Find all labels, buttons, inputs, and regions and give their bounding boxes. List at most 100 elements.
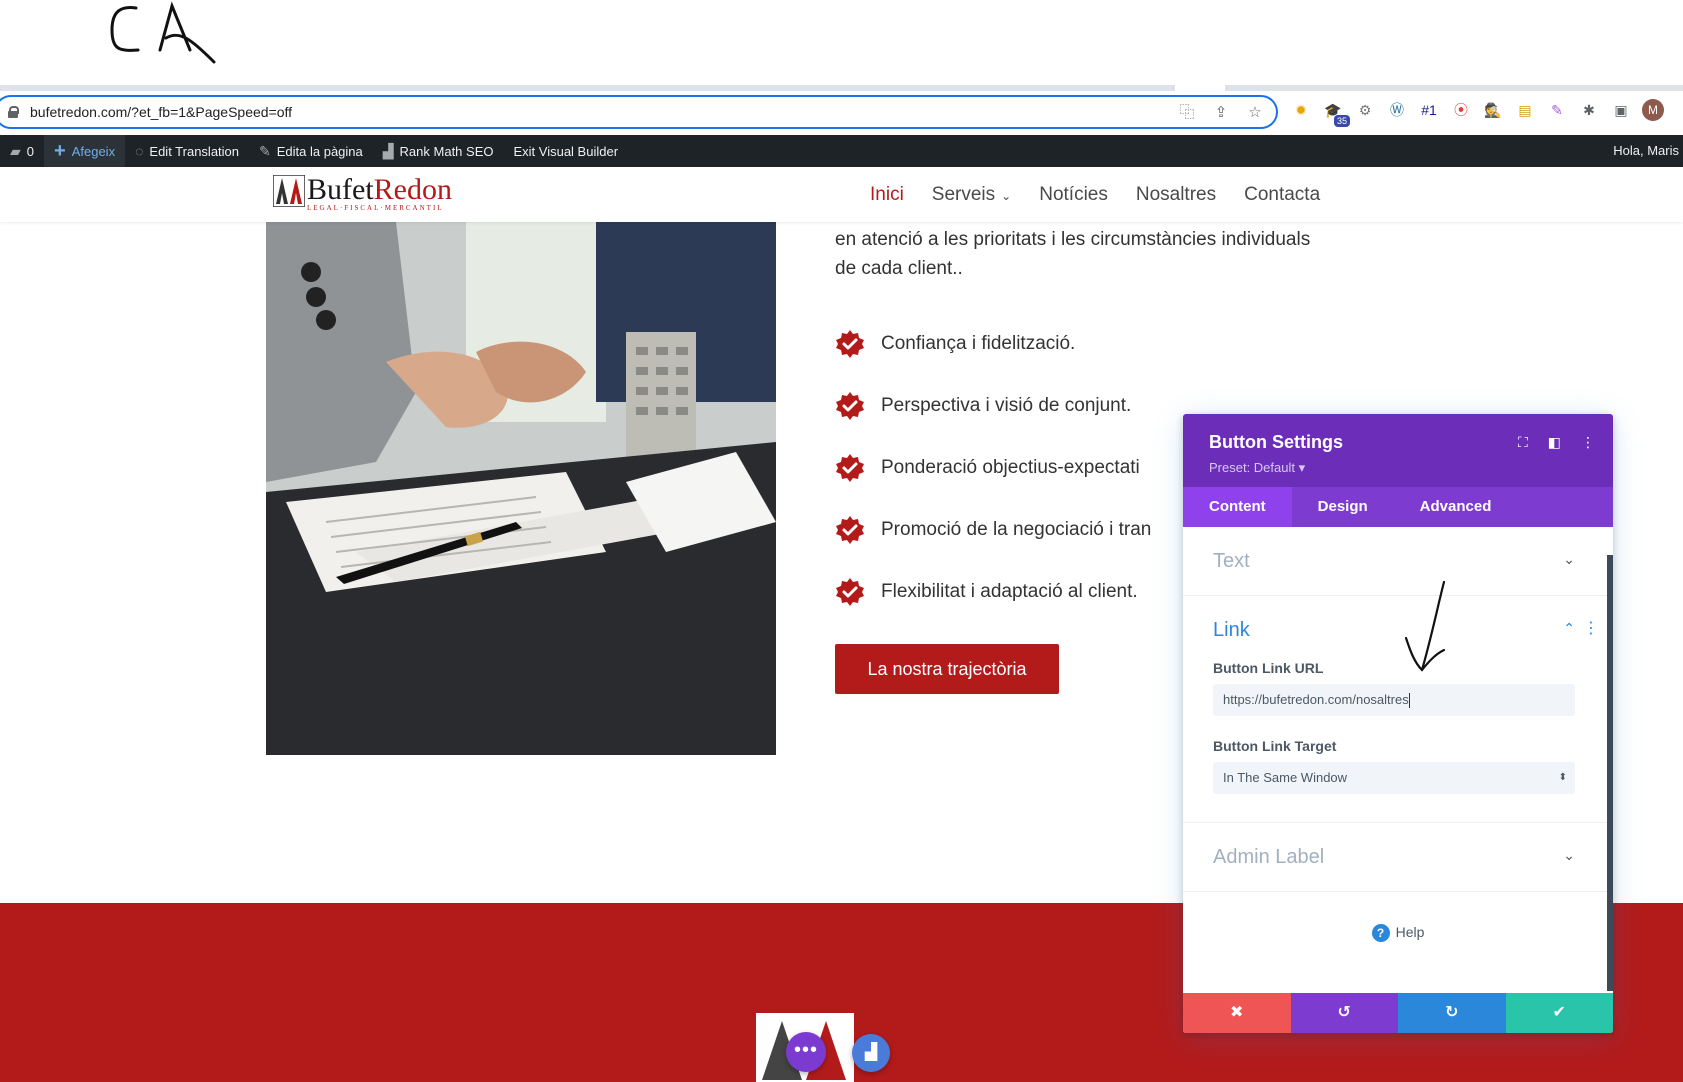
badge-check-icon [836, 392, 864, 420]
cta-button[interactable]: La nostra trajectòria [835, 644, 1059, 694]
nav-item-contacta[interactable]: Contacta [1244, 184, 1320, 206]
discard-button[interactable]: ✖ [1183, 993, 1291, 1033]
nav-item-noticies[interactable]: Notícies [1039, 184, 1108, 206]
help-link[interactable]: ? Help [1183, 924, 1613, 942]
handshake-photo-illustration [266, 222, 776, 755]
chevron-down-icon[interactable]: ⌄ [1563, 551, 1575, 568]
tab-design[interactable]: Design [1292, 487, 1394, 527]
folder-icon[interactable]: ▤ [1514, 99, 1536, 121]
badge-check-icon [836, 454, 864, 482]
gear-badge-icon[interactable]: ⚙ [1354, 99, 1376, 121]
chevron-up-icon[interactable]: ⌃ [1563, 620, 1575, 637]
sidepanel-icon[interactable]: ▣ [1610, 99, 1632, 121]
select-arrows-icon: ⬍ [1558, 772, 1567, 783]
stats-icon: ▟ [864, 1044, 878, 1061]
save-button[interactable]: ✔ [1505, 993, 1613, 1033]
edit-page-item[interactable]: ✎ Edita la pàgina [249, 135, 373, 167]
pencil-icon: ✎ [259, 142, 271, 159]
redo-icon: ↻ [1445, 1004, 1459, 1021]
dots-icon: ••• [793, 1039, 818, 1061]
logo-tagline: LEGAL·FISCAL·MERCANTIL [307, 204, 444, 212]
wordpress-icon[interactable]: Ⓦ [1386, 99, 1408, 121]
close-icon: ✖ [1230, 1004, 1244, 1021]
nav-item-nosaltres[interactable]: Nosaltres [1136, 184, 1216, 206]
tab-content[interactable]: Content [1183, 487, 1292, 527]
rank-one-icon[interactable]: #1 [1418, 99, 1440, 121]
section-link-title[interactable]: Link [1183, 596, 1613, 664]
kebab-menu-icon[interactable]: ⋮ [1581, 434, 1595, 451]
nav-item-serveis[interactable]: Serveis ⌄ [932, 184, 1011, 206]
spy-icon[interactable]: 🕵 [1482, 99, 1504, 121]
section-admin-label[interactable]: Admin Label ⌄ [1183, 823, 1613, 892]
more-options-fab[interactable]: ••• [786, 1032, 826, 1072]
address-row: bufetredon.com/?et_fb=1&PageSpeed=off ⿻ … [0, 91, 1683, 133]
badge-check-icon [836, 330, 864, 358]
add-new-item[interactable]: + Afegeix [44, 135, 126, 167]
section-link: Link ⌃ ⋮ Button Link URL https://bufetre… [1183, 596, 1613, 823]
comments-item[interactable]: ▰ 0 [0, 135, 44, 167]
graduation-cap-icon[interactable]: 🎓 35 [1322, 99, 1350, 127]
preset-selector[interactable]: Preset: Default ▾ [1209, 460, 1305, 476]
handwritten-arrow-annotation [1404, 580, 1446, 672]
user-greeting[interactable]: Hola, Maris [1613, 135, 1683, 167]
section-admin-label-title: Admin Label [1213, 845, 1325, 868]
add-new-label: Afegeix [71, 143, 116, 159]
feather-icon[interactable]: ✎ [1546, 99, 1568, 121]
comment-bubble-icon: ▰ [10, 142, 21, 159]
tab-advanced[interactable]: Advanced [1394, 487, 1518, 527]
plus-icon: + [54, 139, 66, 162]
button-link-target-value: In The Same Window [1223, 770, 1348, 785]
wp-admin-bar: ▰ 0 + Afegeix ◌ Edit Translation ✎ Edita… [0, 135, 1683, 167]
location-pin-icon[interactable]: ⦿ [1450, 99, 1472, 121]
button-link-target-select[interactable]: In The Same Window ⬍ [1213, 762, 1575, 794]
logo-brand-part-2: Redon [373, 173, 452, 206]
feature-item: Confiança i fidelització. [835, 313, 1335, 375]
omnibox[interactable]: bufetredon.com/?et_fb=1&PageSpeed=off ⿻ … [0, 95, 1278, 129]
section-text[interactable]: Text ⌄ [1183, 527, 1613, 596]
redo-button[interactable]: ↻ [1398, 993, 1506, 1033]
feature-text: Confiança i fidelització. [881, 333, 1076, 354]
rank-math-icon: ▟ [382, 142, 394, 159]
help-icon: ? [1371, 924, 1390, 942]
button-link-url-value: https://bufetredon.com/nosaltres [1223, 692, 1409, 707]
modal-header: Button Settings Preset: Default ▾ ⛶ ◧ ⋮ [1183, 414, 1613, 487]
button-link-target-label: Button Link Target [1213, 738, 1337, 754]
modal-scrollbar[interactable] [1607, 555, 1613, 991]
extensions-toolbar: ✹ 🎓 35 ⚙ Ⓦ #1 ⦿ 🕵 ▤ ✎ ✱ ▣ M [1290, 99, 1664, 127]
help-label: Help [1395, 924, 1425, 940]
share-icon[interactable]: ⇪ [1212, 104, 1230, 122]
lock-icon[interactable] [8, 106, 19, 118]
exit-visual-builder-item[interactable]: Exit Visual Builder [503, 135, 628, 167]
page-stats-fab[interactable]: ▟ [852, 1034, 890, 1072]
button-link-url-input[interactable]: https://bufetredon.com/nosaltres [1213, 684, 1575, 716]
handshake-photo [266, 222, 776, 755]
logo-brand-part-1: Bufet [307, 173, 374, 206]
modal-footer: ✖ ↺ ↻ ✔ [1183, 993, 1613, 1033]
undo-icon: ↺ [1337, 1004, 1351, 1021]
puzzle-colorful-icon[interactable]: ✹ [1290, 99, 1312, 121]
undo-button[interactable]: ↺ [1290, 993, 1398, 1033]
extension-badge-count: 35 [1333, 115, 1350, 127]
nav-item-inici[interactable]: Inici [870, 184, 904, 206]
main-nav: Inici Serveis ⌄ Notícies Nosaltres Contac… [870, 167, 1320, 222]
feature-text: Promoció de la negociació i tran [881, 519, 1152, 540]
site-logo[interactable]: BufetRedon LEGAL·FISCAL·MERCANTIL [273, 175, 452, 212]
bookmark-star-icon[interactable]: ☆ [1246, 104, 1264, 122]
profile-avatar[interactable]: M [1642, 99, 1664, 121]
translation-icon: ◌ [135, 143, 144, 159]
url-text[interactable]: bufetredon.com/?et_fb=1&PageSpeed=off [30, 104, 292, 120]
chevron-down-icon[interactable]: ⌄ [1563, 847, 1575, 864]
section-options-icon[interactable]: ⋮ [1583, 618, 1599, 638]
annotation-area [0, 0, 1683, 85]
badge-check-icon [836, 516, 864, 544]
split-view-icon[interactable]: ◧ [1548, 434, 1561, 451]
fullscreen-icon[interactable]: ⛶ [1518, 434, 1528, 451]
handwritten-ca-annotation [110, 1, 216, 64]
extensions-puzzle-icon[interactable]: ✱ [1578, 99, 1600, 121]
edit-translation-item[interactable]: ◌ Edit Translation [125, 135, 249, 167]
feature-text: Flexibilitat i adaptació al client. [881, 581, 1138, 602]
rank-math-item[interactable]: ▟ Rank Math SEO [373, 135, 504, 167]
translate-icon[interactable]: ⿻ [1178, 104, 1196, 122]
checkmark-icon: ✔ [1552, 1004, 1566, 1021]
bufet-redon-logo-icon [273, 175, 305, 207]
